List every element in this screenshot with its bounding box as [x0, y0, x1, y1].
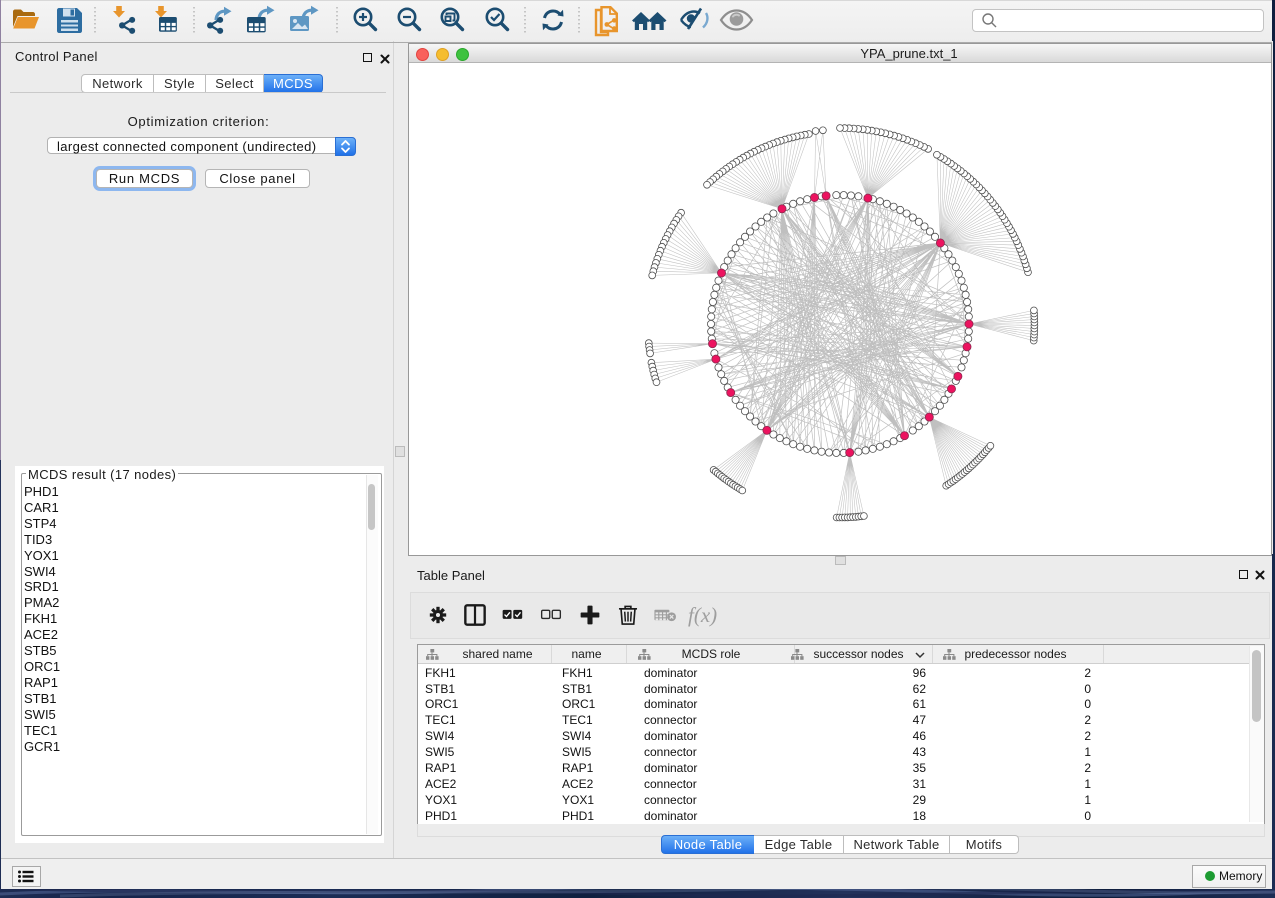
svg-text:f(x): f(x) [688, 603, 717, 627]
